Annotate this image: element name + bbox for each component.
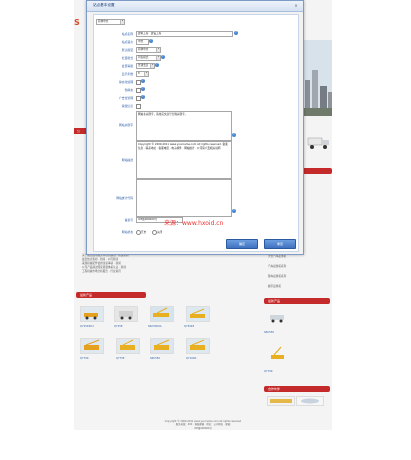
item-style-select[interactable]: 列表模式 ▾: [136, 55, 161, 61]
right-product-image[interactable]: [268, 310, 288, 324]
product-caption[interactable]: SRC5000A: [148, 325, 162, 328]
right-list-item[interactable]: 履带起重机: [268, 284, 281, 288]
confirm-button[interactable]: 确定: [226, 239, 258, 249]
truck-image: [307, 134, 331, 150]
help-icon[interactable]: ?: [232, 209, 236, 213]
city-skyline-image: [302, 40, 332, 116]
item-style-value: 列表模式: [138, 56, 149, 59]
dialog-title: 站点基本设置: [93, 3, 115, 7]
site-lang-input[interactable]: 中文: [136, 39, 149, 45]
description-label: 网站描述: [121, 158, 133, 162]
help-icon[interactable]: ?: [141, 79, 145, 83]
site-name-label: 站点名称: [121, 32, 133, 36]
site-name-input[interactable]: 建筑工程 · 建设工程: [136, 31, 233, 37]
product-caption[interactable]: QY25E: [114, 325, 123, 328]
stat-code-textarea[interactable]: [136, 179, 232, 217]
product-caption[interactable]: SRC550: [150, 357, 160, 360]
help-icon[interactable]: ?: [149, 39, 153, 43]
chevron-down-icon: ▾: [144, 72, 148, 76]
help-icon[interactable]: ?: [161, 55, 165, 59]
partners-bar: 合作伙伴: [264, 386, 330, 392]
help-icon[interactable]: ?: [155, 63, 159, 67]
chevron-down-icon: ▾: [156, 48, 160, 52]
product-thumb[interactable]: [80, 338, 104, 354]
language-select-value: 简体中文: [98, 20, 109, 23]
product-thumb[interactable]: [80, 306, 104, 322]
right-product-image[interactable]: [268, 346, 288, 362]
item-style-label: 栏目模式: [121, 56, 133, 60]
stat-code-label: 网站统计代码: [116, 196, 133, 200]
language-select[interactable]: 简体中文 ▾: [96, 19, 125, 25]
help-icon[interactable]: ?: [232, 133, 236, 137]
status-close-label: 关闭: [157, 231, 163, 234]
icp-label: 备案号: [124, 218, 133, 222]
partner-logo[interactable]: [267, 396, 295, 406]
member-select[interactable]: 普通会员 ▾: [136, 63, 155, 69]
description-textarea[interactable]: Copyright © 2009-2011 www.yourname.com A…: [136, 141, 232, 179]
right-list-item[interactable]: 随车起重机系列: [268, 274, 286, 278]
source-watermark: 来源：www.hxoid.cn: [164, 220, 224, 227]
dialog-body: 简体中文 ▾ 站点名称 建筑工程 · 建设工程 ? 站点语言 中文 ? 默认模型 …: [93, 14, 299, 252]
news-list: 关于成立技术服务中心的通知 · 新浪新闻 最近热点新闻 · 新闻 · 公司新闻 …: [82, 254, 129, 274]
chevron-down-icon: ▾: [150, 64, 154, 68]
product-caption[interactable]: QY75E: [116, 357, 125, 360]
site-settings-dialog: 站点基本设置 × 简体中文 ▾ 站点名称 建筑工程 · 建设工程 ? 站点语言 中…: [86, 0, 304, 255]
keywords-textarea[interactable]: 网站主关键字，请用英文逗号分隔关键字。: [136, 111, 232, 141]
help-icon[interactable]: ?: [141, 95, 145, 99]
footer: Copyright © 2009-2011 www.yourname.com A…: [74, 420, 332, 430]
product-thumb[interactable]: [150, 338, 174, 354]
chevron-down-icon: ▾: [156, 56, 160, 60]
site-logo[interactable]: S: [74, 18, 80, 27]
product-thumb[interactable]: [150, 306, 174, 322]
status-label: 网站状态: [121, 230, 133, 234]
count-value: 8: [138, 72, 140, 75]
product-thumb[interactable]: [114, 306, 138, 322]
help-icon[interactable]: ?: [234, 31, 238, 35]
right-products-bar: 最新产品: [264, 298, 330, 304]
copy-label: 版权信息: [121, 104, 133, 108]
help-icon[interactable]: ?: [141, 87, 145, 91]
product-thumb[interactable]: [186, 306, 210, 322]
product-caption[interactable]: QY50K5: [184, 325, 194, 328]
product-caption[interactable]: QY100K: [186, 357, 196, 360]
footer-icp: ICP备000000号: [194, 426, 212, 430]
default-model-select[interactable]: 简体中文 ▾: [136, 47, 161, 53]
static-label: 静态化处理: [119, 80, 133, 84]
member-value: 普通会员: [138, 64, 149, 67]
default-model-label: 默认模型: [121, 48, 133, 52]
product-caption[interactable]: QY70K: [80, 357, 89, 360]
close-icon[interactable]: ×: [293, 3, 299, 8]
keywords-label: 网站关键字: [119, 123, 133, 127]
product-thumb[interactable]: [116, 338, 140, 354]
hero-banner: [302, 40, 332, 116]
copy-checkbox[interactable]: [136, 104, 141, 109]
news-item[interactable]: 工程机械市场分析报告 · 行业资讯: [82, 270, 129, 274]
rewrite-label: 伪静态: [124, 88, 133, 92]
ad-label: 广告位管理: [119, 96, 133, 100]
product-caption[interactable]: QY25K5D1: [80, 325, 94, 328]
reset-button[interactable]: 重置: [264, 239, 296, 249]
status-open-label: 开启: [141, 231, 147, 234]
partner-logo[interactable]: [296, 396, 324, 406]
right-product-caption[interactable]: QY70K: [264, 370, 273, 373]
chevron-down-icon: ▾: [120, 20, 124, 24]
count-label: 显示条数: [121, 72, 133, 76]
product-thumb[interactable]: [186, 338, 210, 354]
site-lang-label: 站点语言: [121, 40, 133, 44]
default-model-value: 简体中文: [138, 48, 149, 51]
dialog-titlebar[interactable]: 站点基本设置 ×: [87, 1, 303, 12]
news-tab[interactable]: 公: [74, 128, 86, 134]
count-select[interactable]: 8 ▾: [136, 71, 149, 77]
right-product-caption[interactable]: SRC550: [264, 331, 274, 334]
right-list-item[interactable]: 汽车起重机系列: [268, 264, 286, 268]
products-bar: 最新产品: [76, 292, 146, 298]
member-label: 会员等级: [121, 64, 133, 68]
